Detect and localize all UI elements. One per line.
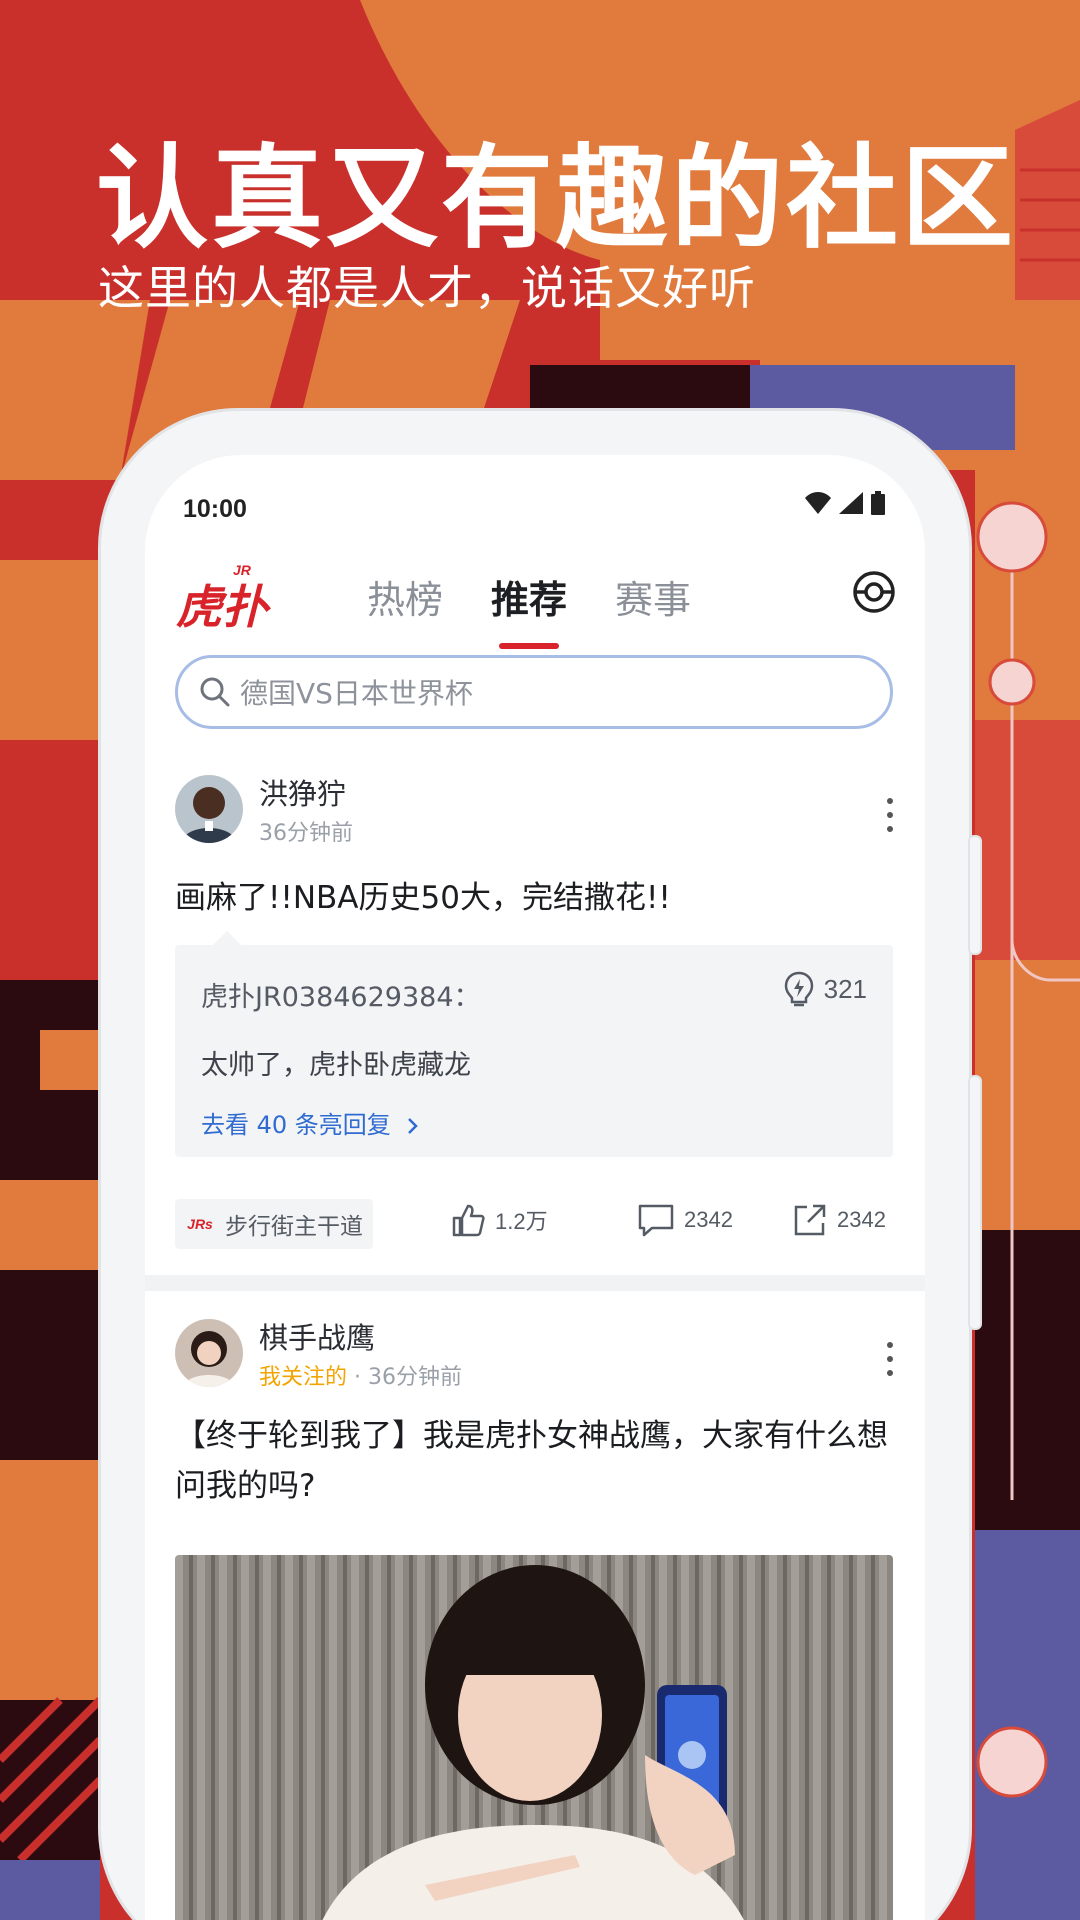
author-name[interactable]: 棋手战鹰 bbox=[259, 1315, 375, 1357]
reply-light-count: 321 bbox=[823, 973, 867, 1004]
phone-side-button bbox=[968, 835, 982, 955]
more-icon[interactable] bbox=[885, 795, 895, 835]
tab-recommend[interactable]: 推荐 bbox=[491, 569, 568, 649]
logo-text: 虎扑 bbox=[176, 580, 271, 634]
chevron-right-icon bbox=[408, 1118, 419, 1134]
share-icon bbox=[794, 1204, 826, 1236]
post-divider bbox=[145, 1275, 925, 1291]
search-placeholder: 德国VS日本世界杯 bbox=[240, 677, 473, 710]
signal-icon bbox=[839, 492, 863, 514]
logo-badge: JR bbox=[233, 562, 252, 578]
post-title[interactable]: 画麻了!!NBA历史50大，完结撒花!! bbox=[175, 873, 895, 923]
top-tabs: 热榜 推荐 赛事 bbox=[367, 569, 691, 649]
promo-subline: 这里的人都是人才，说话又好听 bbox=[98, 261, 756, 315]
tab-recommend-label: 推荐 bbox=[491, 578, 568, 622]
search-icon bbox=[200, 677, 230, 707]
more-replies-link[interactable]: 去看 40 条亮回复 bbox=[201, 1105, 420, 1140]
hupu-logo[interactable]: 虎扑 JR bbox=[173, 557, 273, 637]
avatar-image bbox=[175, 1319, 243, 1387]
tab-games[interactable]: 赛事 bbox=[615, 569, 691, 629]
share-count: 2342 bbox=[837, 1207, 886, 1232]
reply-notch bbox=[213, 931, 241, 945]
post-meta: 我关注的 · 36分钟前 bbox=[259, 1359, 462, 1391]
light-bulb-icon bbox=[784, 971, 813, 1007]
thumbs-up-icon bbox=[452, 1204, 485, 1237]
battery-icon bbox=[871, 491, 885, 515]
reply-user: 虎扑JR0384629384： bbox=[201, 982, 481, 1013]
meta-dot: · bbox=[354, 1365, 369, 1390]
post-footer: JRs 步行街主干道 1.2万 2342 2342 bbox=[145, 1197, 925, 1251]
comment-button[interactable]: 2342 bbox=[638, 1203, 733, 1237]
post-image[interactable] bbox=[175, 1555, 893, 1920]
search-input[interactable]: 德国VS日本世界杯 bbox=[175, 655, 893, 729]
follow-label: 我关注的 bbox=[259, 1365, 348, 1390]
phone-screen: 10:00 虎扑 JR 热榜 推荐 赛事 德国VS日本世界杯 洪狰狞 36分钟前… bbox=[145, 455, 925, 1920]
reply-lights[interactable]: 321 bbox=[784, 971, 867, 1007]
board-logo: JRs bbox=[187, 1216, 213, 1232]
avatar[interactable] bbox=[175, 775, 243, 843]
author-name[interactable]: 洪狰狞 bbox=[259, 771, 346, 813]
like-button[interactable]: 1.2万 bbox=[451, 1203, 548, 1237]
wifi-icon bbox=[805, 492, 831, 514]
post-time: 36分钟前 bbox=[368, 1365, 463, 1390]
target-icon[interactable] bbox=[851, 569, 897, 615]
avatar[interactable] bbox=[175, 1319, 243, 1387]
top-reply[interactable]: 虎扑JR0384629384： 321 太帅了，虎扑卧虎藏龙 去看 40 条亮回… bbox=[175, 931, 893, 1157]
tab-hot[interactable]: 热榜 bbox=[367, 569, 443, 629]
reply-text: 太帅了，虎扑卧虎藏龙 bbox=[201, 1050, 471, 1081]
phone-side-button bbox=[968, 1075, 982, 1330]
promo-headline: 认真又有趣的社区 bbox=[96, 134, 1016, 264]
active-tab-indicator bbox=[499, 643, 560, 649]
like-count: 1.2万 bbox=[495, 1209, 548, 1234]
comment-icon bbox=[638, 1204, 674, 1237]
post-photo bbox=[175, 1555, 893, 1920]
board-tag[interactable]: JRs 步行街主干道 bbox=[175, 1199, 373, 1249]
status-icons bbox=[805, 491, 885, 515]
status-bar: 10:00 bbox=[145, 455, 925, 565]
board-name: 步行街主干道 bbox=[225, 1214, 363, 1240]
share-button[interactable]: 2342 bbox=[793, 1203, 886, 1237]
comment-count: 2342 bbox=[684, 1207, 733, 1232]
status-time: 10:00 bbox=[183, 495, 247, 523]
post-title[interactable]: 【终于轮到我了】我是虎扑女神战鹰，大家有什么想问我的吗? bbox=[175, 1411, 895, 1511]
avatar-image bbox=[175, 775, 243, 843]
post-time: 36分钟前 bbox=[259, 821, 353, 846]
more-replies-label: 去看 40 条亮回复 bbox=[201, 1111, 391, 1139]
more-icon[interactable] bbox=[885, 1339, 895, 1379]
app-header: 虎扑 JR 热榜 推荐 赛事 bbox=[145, 555, 925, 655]
